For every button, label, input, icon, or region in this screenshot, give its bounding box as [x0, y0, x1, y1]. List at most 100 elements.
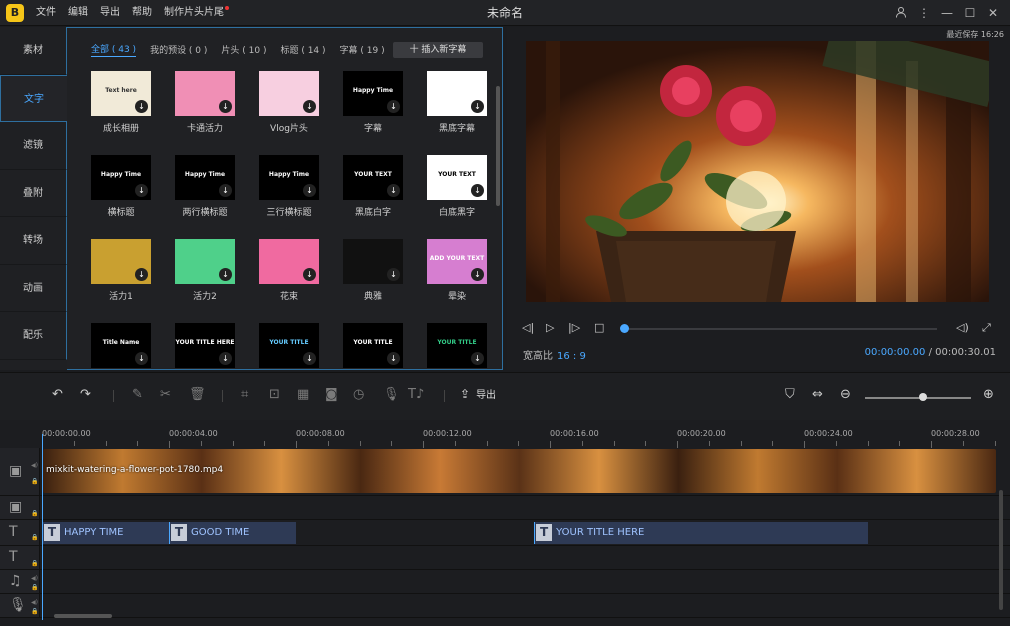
template-card[interactable]: Happy Time ↓ 三行横标题 [259, 155, 319, 218]
text-to-speech-icon[interactable]: T♪ [408, 387, 424, 402]
filter-titles[interactable]: 标题 ( 14 ) [280, 43, 325, 56]
insert-subtitle-button[interactable]: 十 插入新字幕 [393, 42, 483, 58]
lock-icon[interactable]: 🔒 [31, 584, 38, 591]
filter-presets[interactable]: 我的预设 ( 0 ) [150, 43, 207, 56]
download-icon[interactable]: ↓ [135, 268, 148, 281]
zoom-slider[interactable] [865, 397, 971, 399]
template-card[interactable]: ↓ 活力2 [175, 239, 235, 302]
download-icon[interactable]: ↓ [387, 352, 400, 365]
time-ruler[interactable]: 00:00:00.00 00:00:04.00 00:00:08.00 00:00:1… [42, 426, 1000, 448]
template-card[interactable]: ADD YOUR TEXT ↓ 晕染 [427, 239, 487, 302]
template-card[interactable]: Text here ↓ 成长相册 [91, 71, 151, 134]
progress-handle[interactable] [620, 324, 629, 333]
download-icon[interactable]: ↓ [135, 184, 148, 197]
playhead[interactable] [42, 434, 43, 620]
download-icon[interactable]: ↓ [471, 268, 484, 281]
crop-icon[interactable]: ⌗ [241, 387, 248, 402]
previous-frame-icon[interactable]: ◁| [522, 321, 534, 334]
download-icon[interactable]: ↓ [303, 268, 316, 281]
tab-music[interactable]: 配乐 [0, 312, 67, 360]
resize-icon[interactable]: ⊡ [269, 387, 280, 402]
template-card[interactable]: YOUR TITLE HERE ↓ [175, 323, 235, 373]
download-icon[interactable]: ↓ [387, 100, 400, 113]
next-frame-icon[interactable]: |▷ [568, 321, 580, 334]
scissors-icon[interactable]: ✂ [160, 387, 171, 402]
template-card[interactable]: Happy Time ↓ 横标题 [91, 155, 151, 218]
template-card[interactable]: ↓ 卡通活力 [175, 71, 235, 134]
download-icon[interactable]: ↓ [219, 184, 232, 197]
lock-icon[interactable]: 🔒 [31, 534, 38, 541]
download-icon[interactable]: ↓ [135, 352, 148, 365]
zoom-slider-handle[interactable] [919, 393, 928, 401]
close-icon[interactable]: ✕ [982, 6, 1004, 20]
filter-intros[interactable]: 片头 ( 10 ) [221, 43, 266, 56]
trash-icon[interactable]: 🗑 [189, 387, 206, 402]
play-icon[interactable]: ▷ [546, 321, 554, 334]
export-button[interactable]: ⇪ 导出 [460, 386, 496, 401]
template-card[interactable]: ↓ 典雅 [343, 239, 403, 302]
template-card[interactable]: Happy Time ↓ 两行横标题 [175, 155, 235, 218]
template-card[interactable]: YOUR TITLE ↓ [343, 323, 403, 373]
tab-animation[interactable]: 动画 [0, 264, 67, 312]
tab-filters[interactable]: 滤镜 [0, 122, 67, 170]
snapshot-icon[interactable]: ◙ [325, 387, 338, 402]
template-card[interactable]: ↓ Vlog片头 [259, 71, 319, 134]
download-icon[interactable]: ↓ [219, 268, 232, 281]
filter-all[interactable]: 全部 ( 43 ) [91, 42, 137, 57]
tab-text[interactable]: 文字 [0, 74, 67, 122]
download-icon[interactable]: ↓ [303, 184, 316, 197]
video-preview[interactable] [526, 41, 989, 302]
edit-pencil-icon[interactable]: ✎ [132, 387, 143, 402]
maximize-icon[interactable]: ☐ [959, 6, 981, 20]
fullscreen-icon[interactable]: ⤢ [982, 321, 991, 335]
download-icon[interactable]: ↓ [135, 100, 148, 113]
template-card[interactable]: ↓ 花束 [259, 239, 319, 302]
zoom-in-icon[interactable]: ⊕ [983, 387, 994, 402]
volume-icon[interactable]: ◁) [956, 321, 969, 334]
user-icon[interactable] [890, 6, 912, 21]
text-clip[interactable]: T YOUR TITLE HERE [534, 522, 868, 544]
tab-overlay[interactable]: 叠附 [0, 169, 67, 217]
mosaic-icon[interactable]: ▦ [297, 387, 309, 402]
menu-help[interactable]: 帮助 [132, 0, 152, 26]
progress-track[interactable] [622, 328, 937, 330]
download-icon[interactable]: ↓ [219, 100, 232, 113]
menu-export[interactable]: 导出 [100, 0, 120, 26]
mute-icon[interactable]: ◀) [31, 575, 38, 582]
aspect-ratio[interactable]: 宽高比 16 : 9 [523, 347, 586, 362]
download-icon[interactable]: ↓ [387, 268, 400, 281]
template-card[interactable]: YOUR TITLE ↓ [427, 323, 487, 373]
download-icon[interactable]: ↓ [387, 184, 400, 197]
more-icon[interactable]: ⋮ [913, 6, 935, 20]
lock-icon[interactable]: 🔒 [31, 478, 38, 485]
mute-icon[interactable]: ◀) [31, 462, 38, 469]
lock-icon[interactable]: 🔒 [31, 510, 38, 517]
video-clip[interactable]: mixkit-watering-a-flower-pot-1780.mp4 [43, 449, 996, 493]
duration-icon[interactable]: ◷ [353, 387, 364, 402]
text-clip[interactable]: T GOOD TIME [169, 522, 296, 544]
download-icon[interactable]: ↓ [471, 184, 484, 197]
template-card[interactable]: YOUR TEXT ↓ 黑底白字 [343, 155, 403, 218]
library-scrollbar[interactable] [496, 86, 500, 206]
template-card[interactable]: YOUR TEXT ↓ 白底黑字 [427, 155, 487, 218]
microphone-icon[interactable]: 🎙 [383, 387, 400, 402]
download-icon[interactable]: ↓ [219, 352, 232, 365]
download-icon[interactable]: ↓ [303, 100, 316, 113]
minimize-icon[interactable]: — [936, 6, 958, 20]
menu-file[interactable]: 文件 [36, 0, 56, 26]
undo-icon[interactable]: ↶ [52, 387, 63, 402]
download-icon[interactable]: ↓ [303, 352, 316, 365]
template-card[interactable]: ↓ 活力1 [91, 239, 151, 302]
tab-transitions[interactable]: 转场 [0, 217, 67, 265]
download-icon[interactable]: ↓ [471, 352, 484, 365]
mute-icon[interactable]: ◀) [31, 599, 38, 606]
redo-icon[interactable]: ↷ [80, 387, 91, 402]
timeline-vertical-scrollbar[interactable] [999, 490, 1003, 610]
template-card[interactable]: Title Name ↓ [91, 323, 151, 373]
lock-icon[interactable]: 🔒 [31, 560, 38, 567]
filter-subtitles[interactable]: 字幕 ( 19 ) [340, 43, 385, 56]
tab-media[interactable]: 素材 [0, 27, 67, 75]
lock-icon[interactable]: 🔒 [31, 608, 38, 615]
template-card[interactable]: YOUR TITLE ↓ [259, 323, 319, 373]
template-card[interactable]: Happy Time ↓ 字幕 [343, 71, 403, 134]
